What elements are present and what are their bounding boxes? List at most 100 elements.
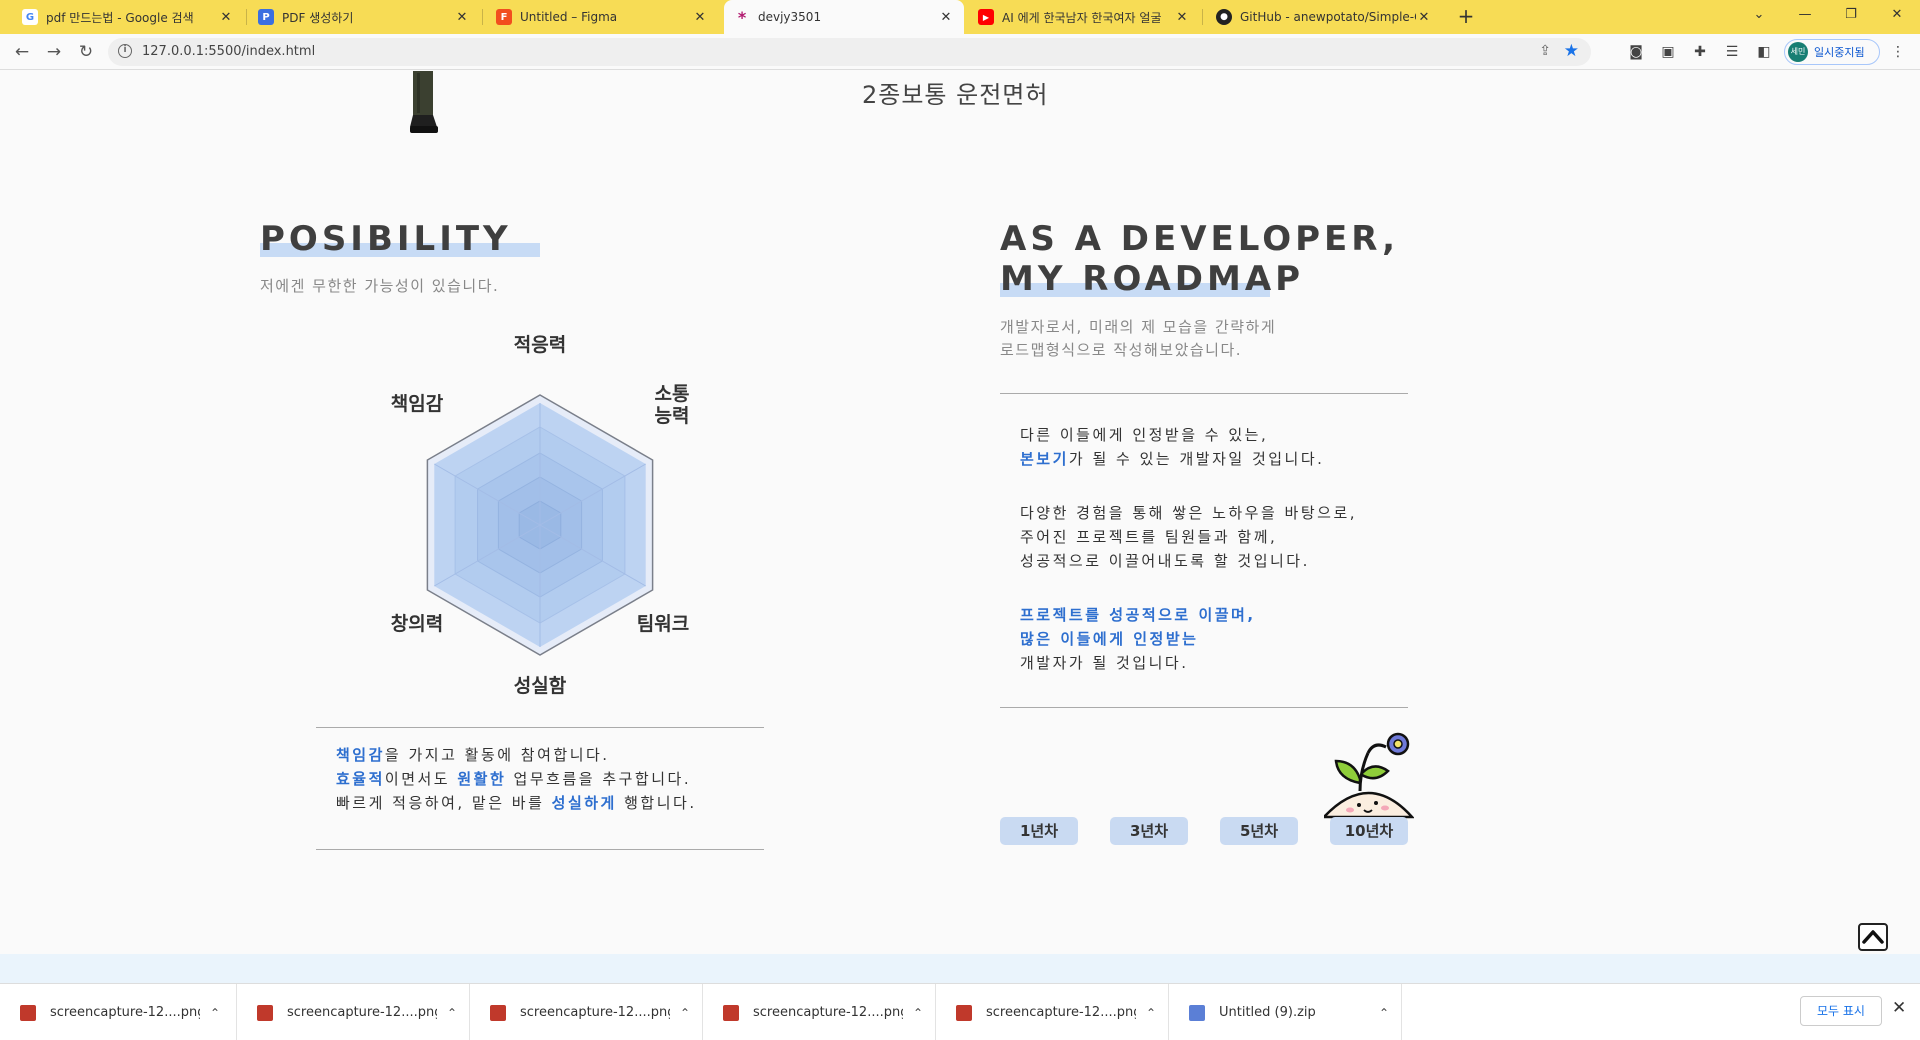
browser-tab-2[interactable]: P PDF 생성하기 ✕	[248, 0, 480, 34]
side-panel-icon[interactable]: ◧	[1754, 42, 1774, 62]
desc-text: 을 가지고 활동에 참여합니다.	[384, 746, 610, 764]
year-5-button[interactable]: 5년차	[1220, 817, 1298, 845]
profile-status-label: 일시중지됨	[1814, 46, 1865, 59]
year-1-button[interactable]: 1년차	[1000, 817, 1078, 845]
download-filename: Untitled (9).zip	[1219, 1005, 1316, 1020]
roadmap-title-line-2: MY ROADMAP	[1000, 259, 1305, 299]
roadmap-text: 가 될 수 있는 개발자일 것입니다.	[1068, 450, 1325, 468]
highlight-text: 효율적	[336, 770, 385, 788]
extensions-puzzle-icon[interactable]: ✚	[1690, 42, 1710, 62]
minimize-button[interactable]: —	[1782, 0, 1828, 30]
browser-tab-6[interactable]: ● GitHub - anewpotato/Simple-C ✕	[1206, 0, 1442, 34]
highlight-text: 본보기	[1020, 450, 1069, 468]
radar-label-top-right-1: 소통	[654, 383, 690, 405]
bookmark-star-icon[interactable]: ★	[1564, 41, 1579, 61]
desc-text: 행합니다.	[616, 794, 697, 812]
image-icon[interactable]: ▣	[1658, 42, 1678, 62]
new-tab-button[interactable]: +	[1455, 6, 1477, 28]
highlight-text: 책임감	[336, 746, 385, 764]
restore-button[interactable]: ❐	[1828, 0, 1874, 30]
close-icon[interactable]: ✕	[454, 10, 470, 25]
roadmap-line: 주어진 프로젝트를 팀원들과 함께,	[1020, 528, 1278, 546]
year-10-button[interactable]: 10년차	[1330, 817, 1408, 845]
download-item[interactable]: screencapture-12....png ⌃	[703, 984, 936, 1040]
asterisk-icon: *	[737, 7, 747, 27]
browser-tab-5[interactable]: ▶ AI 에게 한국남자 한국여자 얼굴 ✕	[968, 0, 1200, 34]
tab-separator	[1202, 9, 1203, 25]
roadmap-paragraph-1: 다른 이들에게 인정받을 수 있는, 본보기가 될 수 있는 개발자일 것입니다…	[1020, 423, 1324, 471]
tab-search-icon[interactable]: ⌄	[1736, 0, 1782, 30]
tab-title: Untitled – Figma	[520, 10, 618, 24]
image-file-icon	[490, 1004, 506, 1021]
chevron-up-icon	[1862, 930, 1884, 944]
menu-kebab-icon[interactable]: ⋮	[1888, 42, 1908, 62]
share-icon[interactable]: ⇪	[1539, 43, 1551, 59]
show-all-downloads-button[interactable]: 모두 표시	[1800, 996, 1882, 1026]
close-icon[interactable]: ✕	[218, 10, 234, 25]
zip-file-icon	[1189, 1004, 1205, 1021]
radar-hexagon-svg	[426, 394, 654, 656]
radar-chart	[370, 326, 710, 696]
chevron-up-icon[interactable]: ⌃	[680, 1006, 690, 1020]
download-item[interactable]: screencapture-12....png ⌃	[470, 984, 703, 1040]
google-icon: G	[22, 9, 38, 25]
desc-line-2: 효율적이면서도 원활한 업무흐름을 추구합니다.	[336, 767, 697, 791]
tab-strip: G pdf 만드는법 - Google 검색 ✕ P PDF 생성하기 ✕ F …	[0, 0, 1920, 34]
chevron-up-icon[interactable]: ⌃	[447, 1006, 457, 1020]
camera-icon[interactable]: ◙	[1626, 42, 1646, 62]
tab-separator	[482, 9, 483, 25]
tab-separator	[246, 9, 247, 25]
radar-label-top-left: 책임감	[390, 393, 444, 415]
scroll-to-top-button[interactable]	[1858, 923, 1888, 951]
avatar: 세민	[1788, 42, 1808, 62]
desc-line-3: 빠르게 적응하여, 맡은 바를 성실하게 행합니다.	[336, 791, 697, 815]
reload-icon[interactable]: ↻	[74, 40, 98, 64]
site-info-icon[interactable]: i	[118, 44, 132, 58]
forward-arrow-icon[interactable]: →	[42, 40, 66, 64]
download-filename: screencapture-12....png	[287, 1005, 437, 1020]
close-icon[interactable]: ✕	[1174, 10, 1190, 25]
reading-list-icon[interactable]: ☰	[1722, 42, 1742, 62]
download-item[interactable]: screencapture-12....png ⌃	[237, 984, 470, 1040]
chevron-up-icon[interactable]: ⌃	[913, 1006, 923, 1020]
desc-text: 업무흐름을 추구합니다.	[506, 770, 692, 788]
download-item[interactable]: screencapture-12....png ⌃	[0, 984, 237, 1040]
radar-label-bottom-left: 창의력	[390, 613, 444, 635]
image-file-icon	[20, 1004, 36, 1021]
window-close-button[interactable]: ✕	[1874, 0, 1920, 30]
back-arrow-icon[interactable]: ←	[10, 40, 34, 64]
address-bar[interactable]: i 127.0.0.1:5500/index.html ⇪ ★	[108, 38, 1591, 66]
radar-label-bottom-right: 팀워크	[636, 613, 690, 635]
tab-title: PDF 생성하기	[282, 10, 354, 25]
year-3-button[interactable]: 3년차	[1110, 817, 1188, 845]
roadmap-paragraph-2: 다양한 경험을 통해 쌓은 노하우을 바탕으로, 주어진 프로젝트를 팀원들과 …	[1020, 501, 1357, 573]
browser-tab-3[interactable]: F Untitled – Figma ✕	[486, 0, 718, 34]
highlight-text: 프로젝트를 성공적으로 이끌며,	[1020, 606, 1256, 624]
download-filename: screencapture-12....png	[753, 1005, 903, 1020]
footer-band	[0, 954, 1920, 983]
download-item[interactable]: screencapture-12....png ⌃	[936, 984, 1169, 1040]
roadmap-line: 성공적으로 이끌어내도록 할 것입니다.	[1020, 552, 1310, 570]
sprout-mascot-image	[1324, 732, 1414, 819]
possibility-subtitle: 저에겐 무한한 가능성이 있습니다.	[260, 277, 500, 295]
desc-line-1: 책임감을 가지고 활동에 참여합니다.	[336, 743, 697, 767]
close-icon[interactable]: ✕	[938, 10, 954, 25]
url-text[interactable]: 127.0.0.1:5500/index.html	[142, 44, 315, 59]
browser-tab-1[interactable]: G pdf 만드는법 - Google 검색 ✕	[12, 0, 244, 34]
tab-title: pdf 만드는법 - Google 검색	[46, 10, 194, 25]
close-icon[interactable]: ✕	[1892, 998, 1906, 1018]
browser-tab-4-active[interactable]: * devjy3501 ✕	[724, 0, 964, 34]
image-file-icon	[257, 1004, 273, 1021]
close-icon[interactable]: ✕	[1416, 10, 1432, 25]
download-filename: screencapture-12....png	[520, 1005, 670, 1020]
chevron-up-icon[interactable]: ⌃	[210, 1006, 220, 1020]
download-item[interactable]: Untitled (9).zip ⌃	[1169, 984, 1402, 1040]
desc-text: 이면서도	[384, 770, 458, 788]
chevron-up-icon[interactable]: ⌃	[1146, 1006, 1156, 1020]
radar-label-bottom: 성실함	[513, 675, 567, 697]
close-icon[interactable]: ✕	[692, 10, 708, 25]
highlight-text: 성실하게	[551, 794, 617, 812]
possibility-description: 책임감을 가지고 활동에 참여합니다. 효율적이면서도 원활한 업무흐름을 추구…	[336, 743, 697, 815]
chevron-up-icon[interactable]: ⌃	[1379, 1006, 1389, 1020]
profile-button[interactable]: 세민 일시중지됨	[1784, 39, 1880, 65]
